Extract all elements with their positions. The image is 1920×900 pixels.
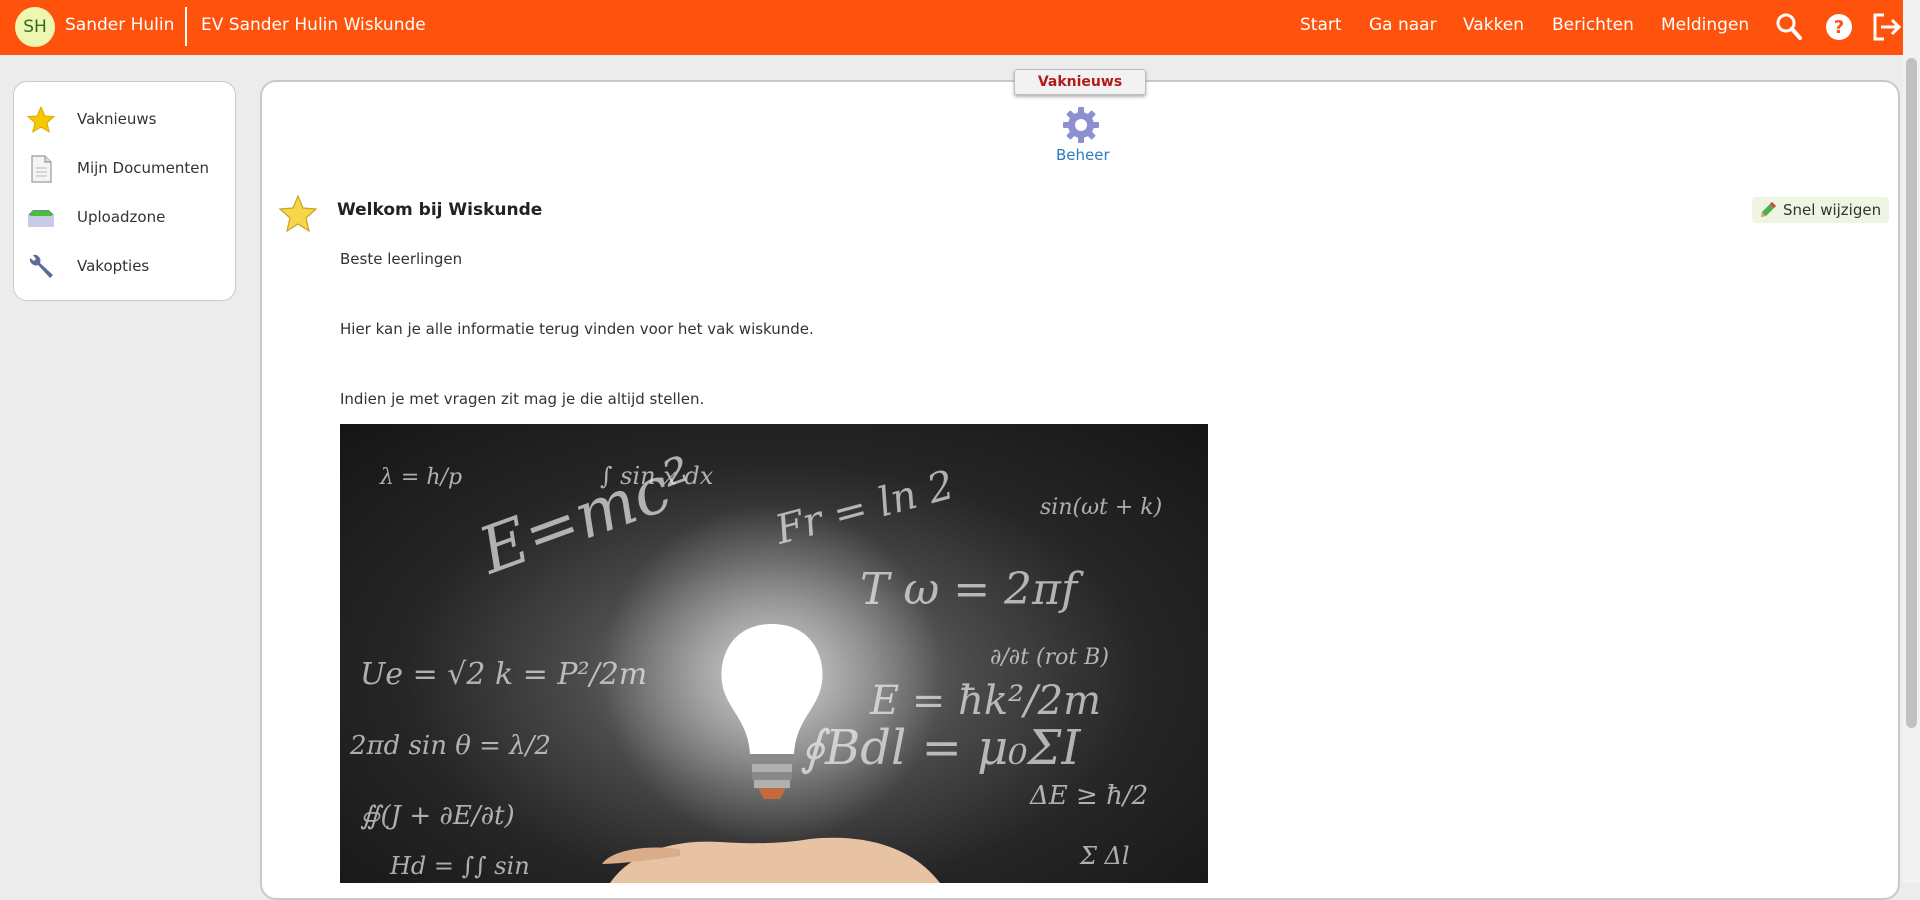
nav-meldingen[interactable]: Meldingen <box>1661 15 1749 35</box>
upload-tray-icon <box>28 210 54 227</box>
course-title[interactable]: EV Sander Hulin Wiskunde <box>201 15 426 35</box>
sidebar-item-label: Uploadzone <box>77 208 166 226</box>
document-icon <box>31 155 52 183</box>
svg-text:?: ? <box>1834 17 1844 38</box>
beheer-link[interactable]: Beheer <box>1056 146 1110 164</box>
logout-icon[interactable] <box>1871 12 1903 42</box>
user-name[interactable]: Sander Hulin <box>65 15 174 35</box>
quick-edit-label: Snel wijzigen <box>1783 201 1882 219</box>
svg-text:sin(ωt + k): sin(ωt + k) <box>1040 495 1162 520</box>
svg-text:ΔE ≥ ħ/2: ΔE ≥ ħ/2 <box>1029 781 1148 811</box>
wrench-icon <box>29 254 53 278</box>
svg-text:Hd = ∫∫ sin: Hd = ∫∫ sin <box>389 852 530 880</box>
news-title: Welkom bij Wiskunde <box>337 200 543 220</box>
avatar[interactable]: SH <box>15 7 55 47</box>
sidebar-item-vaknieuws[interactable]: Vaknieuws <box>14 100 237 140</box>
svg-text:Σ Δl: Σ Δl <box>1079 842 1130 870</box>
lightbulb-image: E=mc² Fr = ln 2 T ω = 2πf E = ħk²/2m ∮Bd… <box>349 443 1162 883</box>
star-icon <box>278 194 318 233</box>
news-paragraph: Indien je met vragen zit mag je die alti… <box>340 390 705 408</box>
gear-icon[interactable] <box>1061 105 1101 145</box>
svg-text:λ = h/p: λ = h/p <box>379 465 462 490</box>
divider <box>185 7 187 46</box>
sidebar-item-vakopties[interactable]: Vakopties <box>14 247 237 287</box>
top-bar: SH Sander Hulin EV Sander Hulin Wiskunde… <box>0 0 1920 55</box>
sidebar-item-label: Vaknieuws <box>77 110 157 128</box>
help-icon[interactable]: ? <box>1824 12 1854 42</box>
star-icon <box>26 105 56 134</box>
sidebar-item-label: Vakopties <box>77 257 150 275</box>
svg-text:∫ sin x dx: ∫ sin x dx <box>600 462 714 490</box>
nav-berichten[interactable]: Berichten <box>1552 15 1634 35</box>
search-icon[interactable] <box>1775 12 1803 42</box>
pencil-icon <box>1761 202 1776 217</box>
nav-ga-naar[interactable]: Ga naar <box>1369 15 1437 35</box>
svg-text:∂/∂t (rot B): ∂/∂t (rot B) <box>990 645 1109 670</box>
news-image: E=mc² Fr = ln 2 T ω = 2πf E = ħk²/2m ∮Bd… <box>340 424 1208 883</box>
section-tab-vaknieuws[interactable]: Vaknieuws <box>1014 69 1146 95</box>
nav-vakken[interactable]: Vakken <box>1463 15 1524 35</box>
scrollbar-thumb[interactable] <box>1906 58 1917 728</box>
svg-text:2πd sin θ = λ/2: 2πd sin θ = λ/2 <box>349 731 551 761</box>
sidebar: Vaknieuws Mijn Documenten Uploadzone Vak… <box>13 81 236 301</box>
sidebar-item-label: Mijn Documenten <box>77 159 209 177</box>
sidebar-item-mijn-documenten[interactable]: Mijn Documenten <box>14 149 237 189</box>
sidebar-item-uploadzone[interactable]: Uploadzone <box>14 198 237 238</box>
nav-start[interactable]: Start <box>1300 15 1342 35</box>
news-paragraph: Hier kan je alle informatie terug vinden… <box>340 320 814 338</box>
news-paragraph: Beste leerlingen <box>340 250 463 268</box>
quick-edit-button[interactable]: Snel wijzigen <box>1752 197 1890 223</box>
svg-text:∯(J + ∂E/∂t): ∯(J + ∂E/∂t) <box>360 801 515 831</box>
